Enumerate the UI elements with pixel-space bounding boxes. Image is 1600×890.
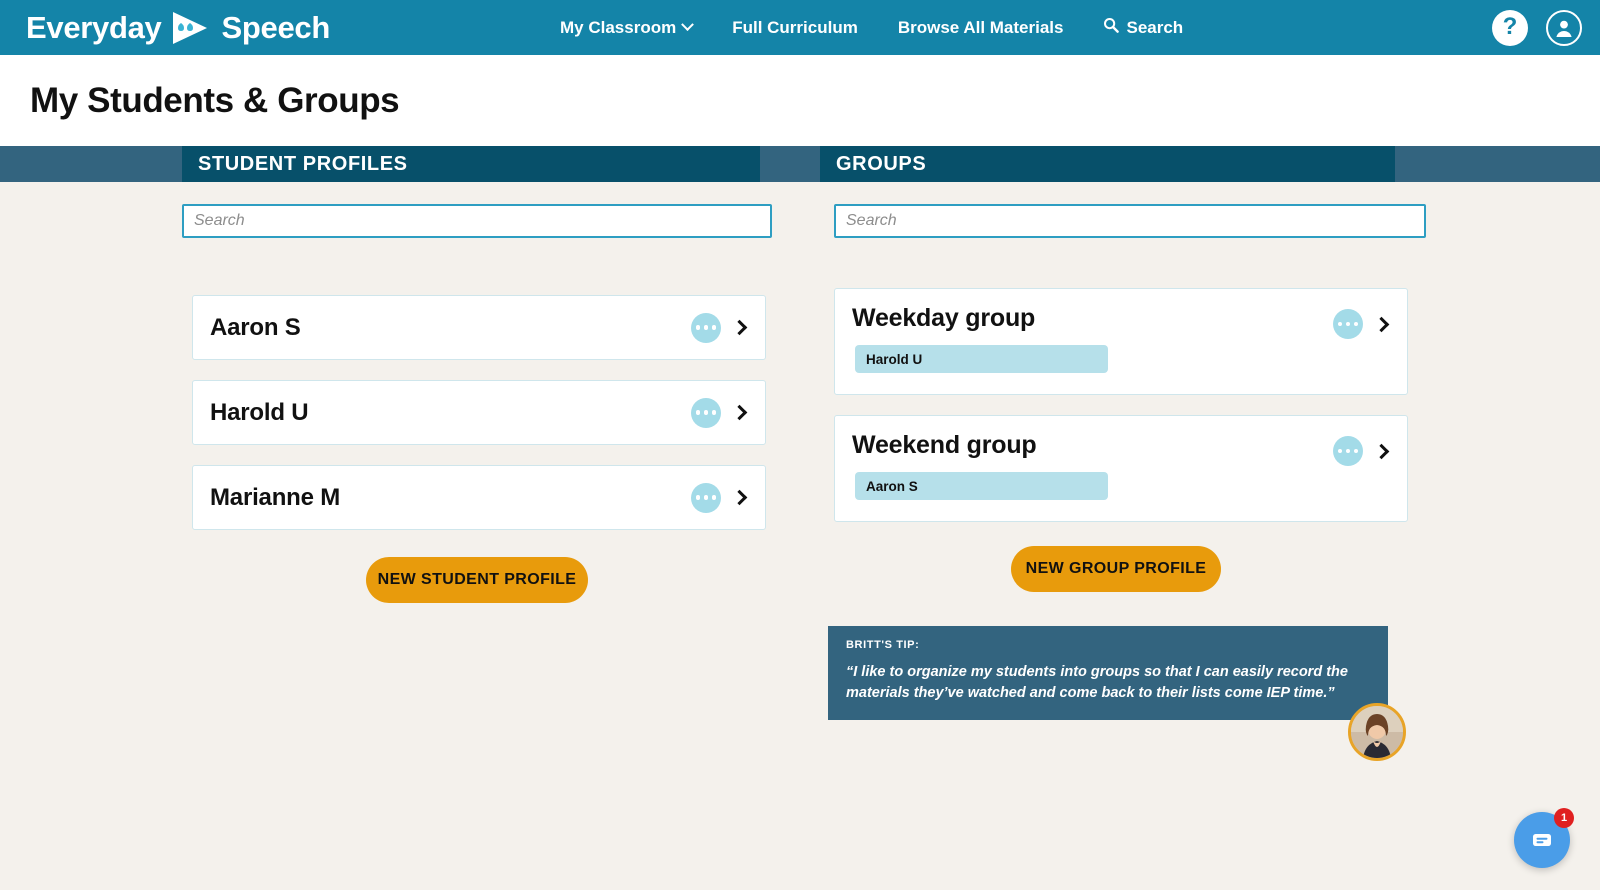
student-name: Aaron S bbox=[210, 313, 301, 341]
band-spacer-left bbox=[0, 146, 182, 182]
nav-browse-all-materials-label: Browse All Materials bbox=[897, 17, 1064, 37]
student-card-actions bbox=[691, 312, 749, 343]
section-header-bands: STUDENT PROFILES GROUPS bbox=[0, 146, 1600, 182]
search-icon bbox=[1103, 17, 1120, 38]
tip-quote: “I like to organize my students into gro… bbox=[846, 664, 1348, 702]
group-card-actions bbox=[1333, 309, 1391, 339]
ellipsis-icon[interactable] bbox=[1333, 436, 1363, 466]
top-navbar: Everyday Speech My Classroom Full Curric… bbox=[0, 0, 1600, 55]
student-card[interactable]: Harold U bbox=[192, 380, 766, 445]
group-member-chip: Harold U bbox=[855, 345, 1108, 373]
nav-browse-all-materials[interactable]: Browse All Materials bbox=[898, 18, 1064, 38]
nav-full-curriculum-label: Full Curriculum bbox=[732, 17, 858, 37]
nav-full-curriculum[interactable]: Full Curriculum bbox=[732, 18, 858, 38]
group-card[interactable]: Weekend group Aaron S bbox=[834, 415, 1408, 522]
groups-column: Weekday group Harold U Weekend group Aar… bbox=[820, 182, 1600, 762]
new-student-profile-button[interactable]: NEW STUDENT PROFILE bbox=[366, 557, 588, 603]
band-spacer-middle bbox=[760, 146, 820, 182]
students-column: Aaron S Harold U Marianne M bbox=[0, 182, 772, 720]
user-account-icon bbox=[1556, 20, 1572, 37]
britt-portrait-avatar bbox=[1348, 703, 1406, 762]
student-card[interactable]: Marianne M bbox=[192, 465, 766, 530]
nav-search[interactable]: Search bbox=[1103, 17, 1183, 38]
chevron-right-icon[interactable] bbox=[1373, 443, 1390, 459]
brand-word-left: Everyday bbox=[26, 10, 162, 45]
column-gap bbox=[760, 182, 820, 720]
groups-band-label: GROUPS bbox=[836, 152, 927, 175]
help-button[interactable]: ? bbox=[1492, 9, 1528, 46]
groups-search-input[interactable] bbox=[834, 204, 1426, 238]
group-member-list: Harold U bbox=[855, 345, 1407, 373]
ellipsis-icon[interactable] bbox=[691, 397, 721, 428]
navbar-utility-icons: ? bbox=[1492, 0, 1582, 55]
students-band-label: STUDENT PROFILES bbox=[198, 152, 408, 175]
chevron-right-icon[interactable] bbox=[731, 404, 748, 421]
group-member-chip: Aaron S bbox=[855, 472, 1108, 500]
student-name: Harold U bbox=[210, 398, 309, 426]
group-name: Weekend group bbox=[852, 431, 1037, 459]
nav-search-label: Search bbox=[1126, 17, 1184, 37]
groups-search-wrap bbox=[820, 182, 1600, 238]
groups-band: GROUPS bbox=[820, 146, 1395, 182]
ellipsis-icon[interactable] bbox=[691, 482, 721, 513]
play-quote-logo-icon bbox=[171, 11, 211, 45]
question-mark-icon: ? bbox=[1502, 13, 1518, 40]
student-card-actions bbox=[691, 397, 749, 428]
students-band: STUDENT PROFILES bbox=[182, 146, 760, 182]
account-button[interactable] bbox=[1546, 9, 1582, 46]
primary-nav: My Classroom Full Curriculum Browse All … bbox=[560, 0, 1183, 55]
tip-label: BRITT'S TIP: bbox=[846, 639, 920, 651]
ellipsis-icon[interactable] bbox=[691, 312, 721, 343]
students-search-wrap bbox=[0, 182, 772, 238]
chevron-down-icon bbox=[681, 18, 695, 32]
chevron-right-icon[interactable] bbox=[1373, 316, 1390, 332]
group-profiles-list: Weekday group Harold U Weekend group Aar… bbox=[834, 288, 1408, 522]
student-profiles-list: Aaron S Harold U Marianne M bbox=[192, 295, 766, 530]
students-search-input[interactable] bbox=[182, 204, 772, 238]
group-card[interactable]: Weekday group Harold U bbox=[834, 288, 1408, 395]
chevron-right-icon[interactable] bbox=[731, 319, 748, 336]
brand-word-right: Speech bbox=[221, 10, 330, 45]
nav-my-classroom-label: My Classroom bbox=[560, 17, 677, 37]
group-name: Weekday group bbox=[852, 304, 1036, 332]
tip-box: BRITT'S TIP: “I like to organize my stud… bbox=[828, 626, 1388, 721]
group-member-list: Aaron S bbox=[855, 472, 1407, 500]
ellipsis-icon[interactable] bbox=[1333, 309, 1363, 339]
chat-unread-badge: 1 bbox=[1554, 808, 1574, 828]
group-card-actions bbox=[1333, 436, 1391, 466]
chat-message-icon bbox=[1533, 834, 1551, 846]
page-title: My Students & Groups bbox=[30, 80, 400, 120]
student-card[interactable]: Aaron S bbox=[192, 295, 766, 360]
content-columns: Aaron S Harold U Marianne M bbox=[0, 182, 1600, 762]
britt-tip-panel: BRITT'S TIP: “I like to organize my stud… bbox=[828, 626, 1406, 762]
page-title-bar: My Students & Groups bbox=[0, 55, 1600, 146]
brand-logo[interactable]: Everyday Speech bbox=[26, 11, 330, 45]
band-spacer-right bbox=[1395, 146, 1600, 182]
chat-widget-button[interactable]: 1 bbox=[1514, 808, 1574, 868]
new-group-profile-button[interactable]: NEW GROUP PROFILE bbox=[1011, 546, 1221, 592]
nav-my-classroom[interactable]: My Classroom bbox=[560, 17, 695, 38]
student-card-actions bbox=[691, 482, 749, 513]
chevron-right-icon[interactable] bbox=[731, 489, 748, 506]
student-name: Marianne M bbox=[210, 483, 341, 511]
